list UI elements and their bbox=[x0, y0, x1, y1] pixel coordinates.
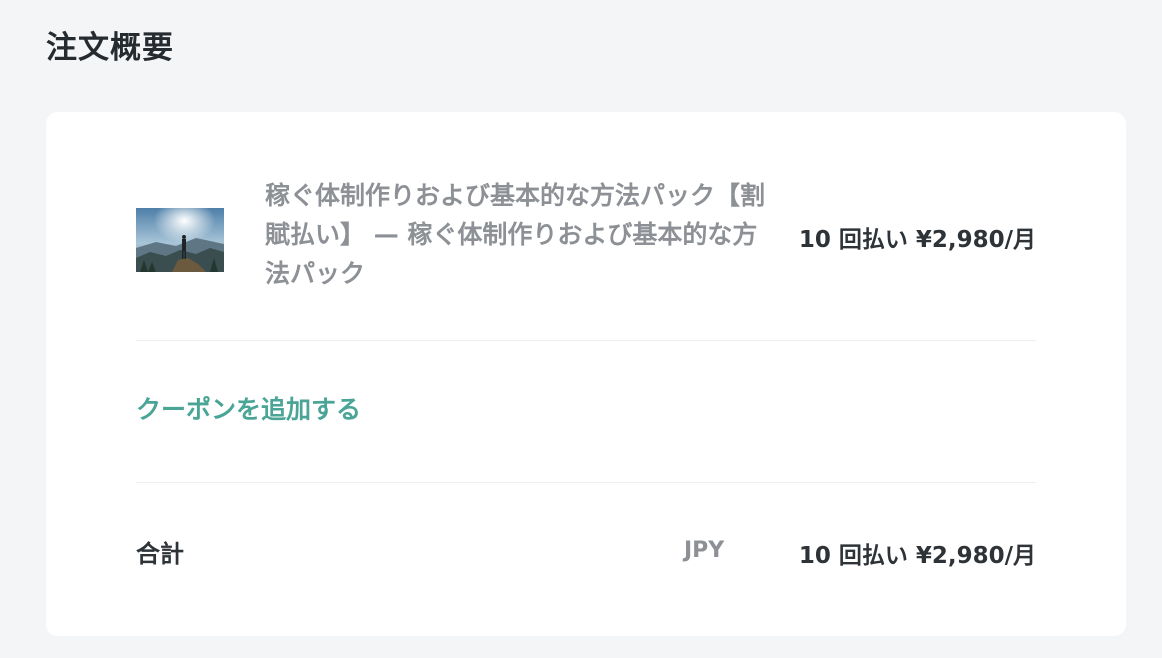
divider bbox=[136, 482, 1036, 483]
product-thumbnail bbox=[136, 208, 224, 272]
order-summary-card: 稼ぐ体制作りおよび基本的な方法パック【割賦払い】 — 稼ぐ体制作りおよび基本的な… bbox=[46, 112, 1126, 636]
add-coupon-link[interactable]: クーポンを追加する bbox=[136, 390, 361, 426]
page-title: 注文概要 bbox=[46, 30, 174, 66]
product-name: 稼ぐ体制作りおよび基本的な方法パック【割賦払い】 — 稼ぐ体制作りおよび基本的な… bbox=[265, 181, 766, 288]
total-label: 合計 bbox=[136, 540, 184, 568]
order-summary-page: 注文概要 稼ぐ体制作りおよび基本的な方法パック【割賦払い】 — 稼ぐ体制作りおよ… bbox=[0, 0, 1162, 658]
line-item: 稼ぐ体制作りおよび基本的な方法パック【割賦払い】 — 稼ぐ体制作りおよび基本的な… bbox=[136, 172, 1036, 302]
divider bbox=[136, 340, 1036, 341]
total-amount: 10 回払い ¥2,980/月 bbox=[798, 543, 1036, 569]
total-currency: JPY bbox=[684, 538, 725, 563]
hiker-on-mountain-image bbox=[136, 208, 224, 272]
product-price: 10 回払い ¥2,980/月 bbox=[798, 227, 1036, 253]
